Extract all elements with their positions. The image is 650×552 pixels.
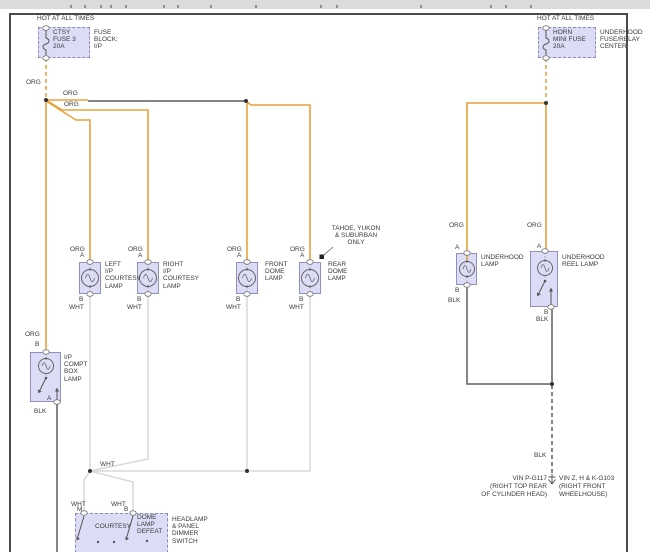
ctsy-fuse-label: CTSYFUSE 320A — [53, 29, 76, 51]
terminal-a: A — [138, 252, 142, 259]
underhood-lamp-label: UNDERHOODLAMP — [481, 254, 524, 268]
left-courtesy-label: LEFTI/P COURTESYLAMP — [105, 261, 141, 290]
underhood-reel-lamp-label: UNDERHOODREEL LAMP — [562, 254, 605, 268]
terminal-b: B — [455, 287, 459, 294]
ip-compt-box-lamp-label: I/PCOMPT BOXLAMP — [64, 354, 87, 383]
hot-label-right: HOT AT ALL TIMES — [537, 15, 594, 22]
dimmer-switch-label: HEADLAMP& PANEL DIMMERSWITCH — [172, 516, 208, 545]
terminal-b: B — [124, 506, 128, 513]
terminal-a: A — [47, 395, 51, 402]
wht-wires — [84, 296, 310, 512]
hot-label-left: HOT AT ALL TIMES — [37, 15, 94, 22]
terminal-a: A — [80, 252, 84, 259]
org-wires — [46, 100, 546, 351]
courtesy-switch-label: COURTESY — [95, 523, 131, 530]
wht-label: WHT — [127, 304, 142, 311]
ground-g117-label: VIN P-G117(RIGHT TOP REAROF CYLINDER HEA… — [481, 475, 547, 498]
tahoe-annotation: TAHOE, YUKON& SUBURBANONLY — [327, 225, 385, 247]
tahoe-marker — [320, 255, 325, 260]
terminal-a: A — [237, 252, 241, 259]
wiring-svg — [0, 0, 650, 552]
fuse-block-ip-label: FUSEBLOCK:I/P — [94, 29, 118, 51]
org-label: ORG — [64, 101, 79, 108]
blk-label: BLK — [34, 408, 46, 415]
dome-lamp-defeat-label: DOMELAMP DEFEAT — [137, 514, 162, 536]
terminal-b: B — [236, 296, 240, 303]
wht-label: WHT — [226, 304, 241, 311]
right-courtesy-label: RIGHTI/P COURTESYLAMP — [163, 261, 199, 290]
org-dashed-wires — [46, 58, 546, 100]
org-label: ORG — [25, 331, 40, 338]
blk-label: BLK — [448, 297, 460, 304]
terminal-b: B — [299, 296, 303, 303]
terminal-a: A — [537, 243, 541, 250]
terminal-b: B — [544, 309, 548, 316]
wht-label: WHT — [100, 461, 115, 468]
org-label: ORG — [449, 222, 464, 229]
fuse-icon — [43, 30, 549, 55]
blk-label: BLK — [534, 452, 546, 459]
underhood-center-label: UNDERHOODFUSE/RELAYCENTER — [600, 29, 643, 51]
tahoe-pointer-line — [324, 247, 333, 255]
rear-dome-label: REARDOME LAMP — [328, 261, 348, 283]
org-label: ORG — [527, 222, 542, 229]
switch-icons — [40, 281, 552, 538]
blk-label: BLK — [536, 316, 548, 323]
terminal-b: B — [137, 296, 141, 303]
wiring-diagram-canvas: HOT AT ALL TIMES CTSYFUSE 320A FUSEBLOCK… — [0, 0, 650, 552]
ground-icon — [549, 474, 556, 484]
terminal-a: A — [455, 244, 459, 251]
terminal-a: A — [300, 252, 304, 259]
terminal-m: M — [77, 506, 82, 513]
ground-g103-label: VIN Z, H & K-G103(RIGHT FRONTWHEELHOUSE) — [559, 475, 614, 498]
wht-label: WHT — [289, 304, 304, 311]
terminal-b: B — [79, 296, 83, 303]
horn-fuse-label: HORNMINI FUSE20A — [553, 29, 586, 51]
org-label: ORG — [26, 79, 41, 86]
terminal-b: B — [35, 341, 39, 348]
front-dome-label: FRONTDOME LAMP — [265, 261, 287, 283]
wht-label: WHT — [69, 304, 84, 311]
org-label: ORG — [63, 90, 78, 97]
